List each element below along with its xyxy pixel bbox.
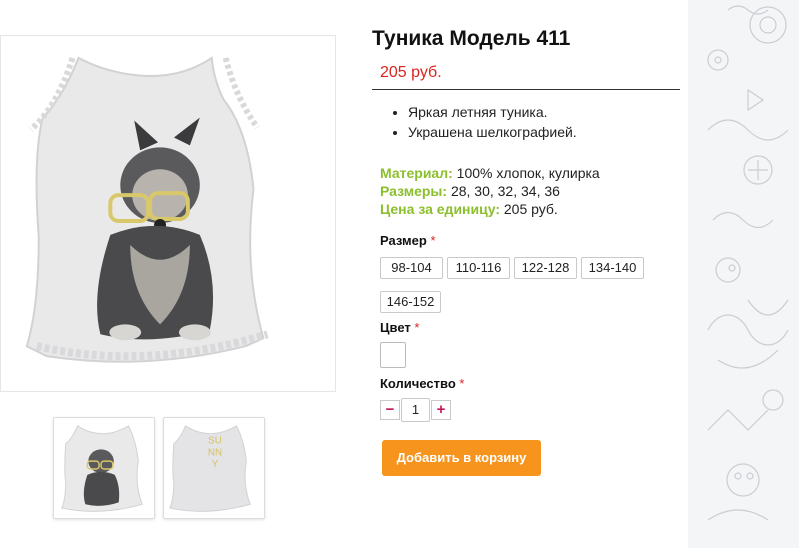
product-thumbnail-front[interactable] — [53, 417, 155, 519]
size-option-134-140[interactable]: 134-140 — [581, 257, 644, 279]
size-option-122-128[interactable]: 122-128 — [514, 257, 577, 279]
size-option-98-104[interactable]: 98-104 — [380, 257, 443, 279]
quantity-decrease-button[interactable]: − — [380, 400, 400, 420]
back-print-line-2: NN — [208, 447, 222, 458]
product-main-image[interactable] — [0, 35, 336, 392]
spec-row-material: Материал: 100% хлопок, кулирка — [380, 164, 600, 182]
decorative-background — [688, 0, 799, 548]
product-price: 205 руб. — [372, 62, 680, 90]
quantity-label: Количество * — [380, 376, 464, 391]
feature-item: Украшена шелкографией. — [408, 122, 577, 142]
back-print-line-3: Y — [212, 459, 219, 470]
spec-row-unit-price: Цена за единицу: 205 руб. — [380, 200, 600, 218]
color-label-text: Цвет — [380, 320, 411, 335]
spec-row-sizes: Размеры: 28, 30, 32, 34, 36 — [380, 182, 600, 200]
spec-label: Цена за единицу: — [380, 201, 500, 217]
color-label: Цвет * — [380, 320, 419, 335]
size-option-110-116[interactable]: 110-116 — [447, 257, 510, 279]
back-print-line-1: SU — [208, 435, 222, 446]
product-thumbnail-back[interactable]: SU NN Y — [163, 417, 265, 519]
feature-item: Яркая летняя туника. — [408, 102, 577, 122]
spec-value: 205 руб. — [503, 201, 558, 217]
spec-list: Материал: 100% хлопок, кулирка Размеры: … — [380, 164, 600, 218]
size-label-text: Размер — [380, 233, 427, 248]
quantity-label-text: Количество — [380, 376, 456, 391]
spec-label: Размеры: — [380, 183, 448, 199]
add-to-cart-button[interactable]: Добавить в корзину — [382, 440, 541, 476]
product-title: Туника Модель 411 — [372, 27, 571, 50]
size-option-146-152[interactable]: 146-152 — [380, 291, 441, 313]
color-swatch[interactable] — [380, 342, 406, 368]
spec-label: Материал: — [380, 165, 453, 181]
required-mark: * — [459, 376, 465, 391]
spec-value: 28, 30, 32, 34, 36 — [450, 183, 560, 199]
required-mark: * — [430, 233, 436, 248]
feature-list: Яркая летняя туника. Украшена шелкографи… — [380, 102, 577, 142]
quantity-input[interactable]: 1 — [401, 398, 430, 422]
size-label: Размер * — [380, 233, 436, 248]
quantity-increase-button[interactable]: + — [431, 400, 451, 420]
required-mark: * — [414, 320, 420, 335]
spec-value: 100% хлопок, кулирка — [456, 165, 600, 181]
